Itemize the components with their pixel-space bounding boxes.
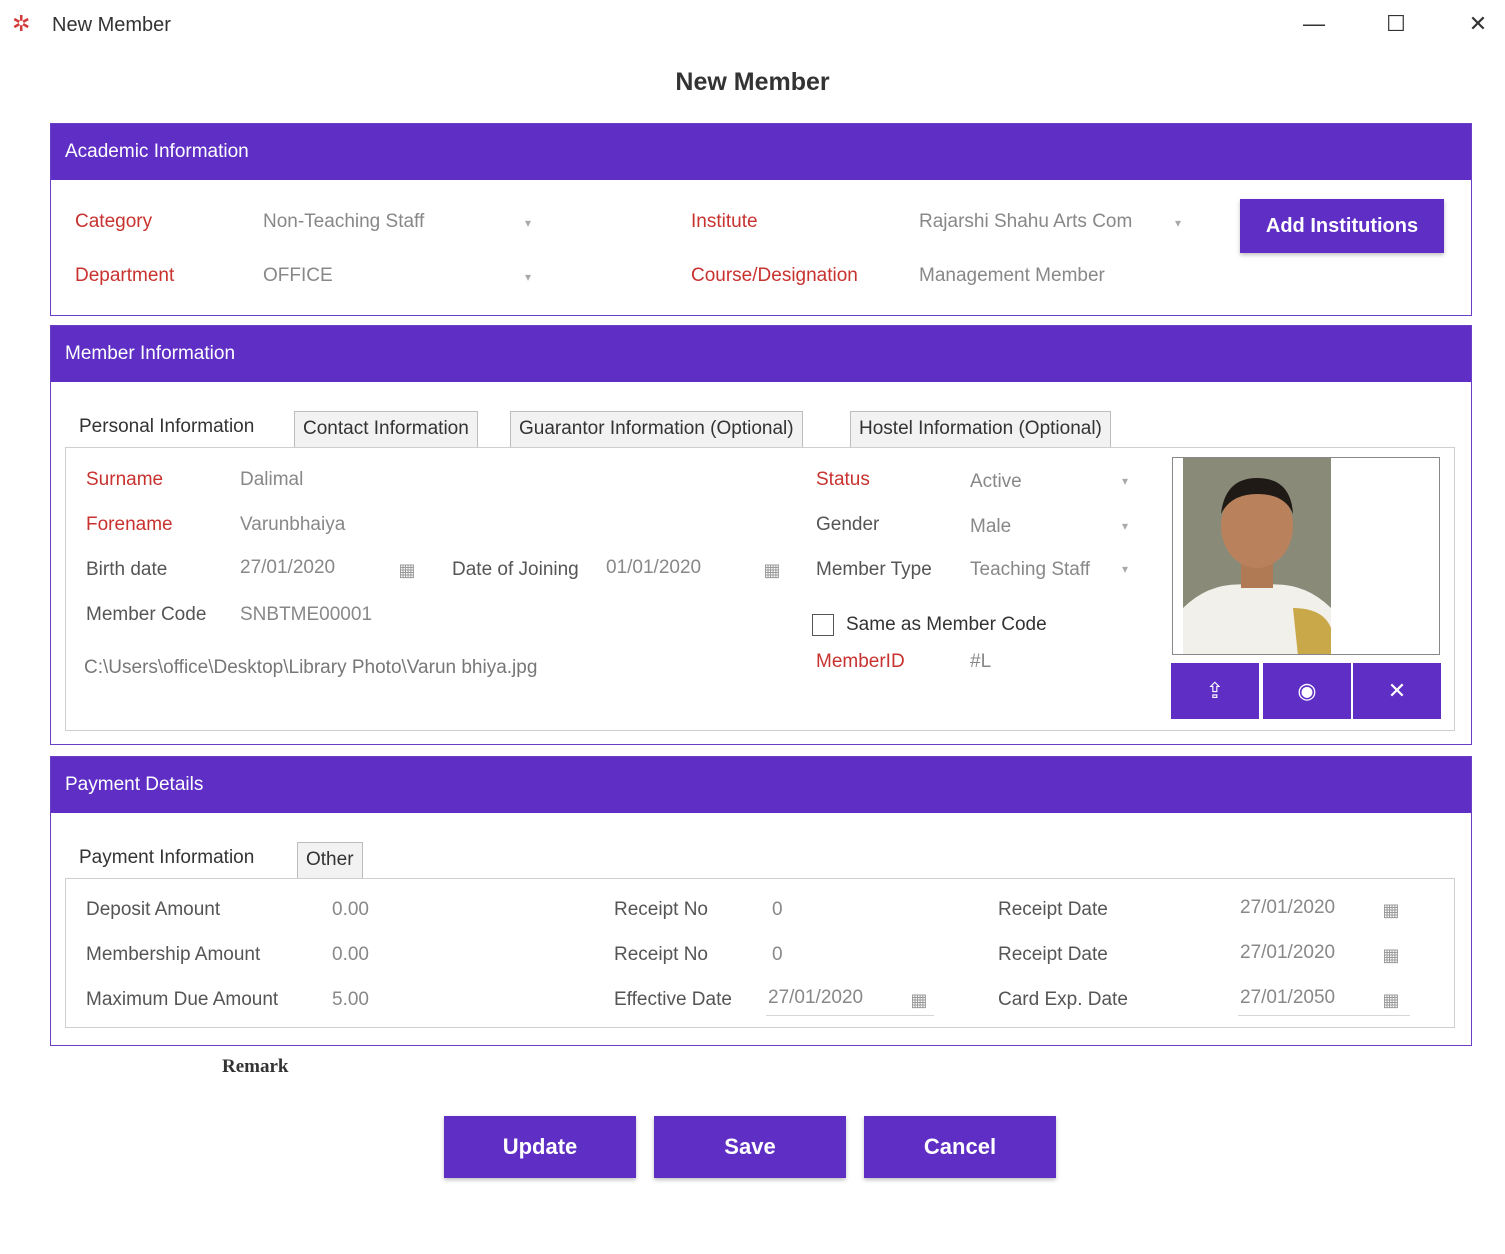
member-panel: Member Information Personal Information … — [50, 325, 1472, 745]
tab-payment-information[interactable]: Payment Information — [71, 841, 263, 877]
receipt-date-input-2[interactable]: 27/01/2020 — [1240, 942, 1335, 964]
maximize-button[interactable]: ☐ — [1374, 6, 1418, 42]
status-label: Status — [816, 469, 870, 490]
card-exp-date-input[interactable]: 27/01/2050 — [1240, 987, 1335, 1009]
photo-buttons: ⇪ ◉ ✕ — [1171, 663, 1441, 719]
photo-path-text: C:\Users\office\Desktop\Library Photo\Va… — [84, 657, 538, 678]
birth-date-input[interactable]: 27/01/2020 — [240, 557, 335, 579]
camera-icon[interactable]: ◉ — [1263, 663, 1351, 719]
gender-select[interactable]: Male — [970, 516, 1011, 538]
card-exp-date-label: Card Exp. Date — [998, 989, 1128, 1010]
surname-input[interactable]: Dalimal — [240, 469, 303, 491]
same-as-member-code-label: Same as Member Code — [846, 614, 1047, 635]
receipt-date-input-1[interactable]: 27/01/2020 — [1240, 897, 1335, 919]
upload-icon[interactable]: ⇪ — [1171, 663, 1259, 719]
payment-info-tabpanel: Deposit Amount 0.00 Membership Amount 0.… — [65, 878, 1455, 1028]
effective-date-underline — [766, 1015, 934, 1016]
close-button[interactable]: ✕ — [1456, 6, 1500, 42]
category-select[interactable]: Non-Teaching Staff — [263, 211, 424, 233]
same-as-member-code-checkbox[interactable] — [812, 614, 834, 636]
academic-header: Academic Information — [51, 124, 1471, 180]
page-title: New Member — [675, 68, 830, 96]
birth-date-label: Birth date — [86, 559, 168, 580]
member-type-select[interactable]: Teaching Staff — [970, 559, 1090, 581]
tab-hostel-information[interactable]: Hostel Information (Optional) — [850, 411, 1111, 447]
card-exp-date-underline — [1238, 1015, 1410, 1016]
receipt-date-2-calendar-icon[interactable]: ▦ — [1380, 944, 1402, 966]
memberid-label: MemberID — [816, 651, 905, 672]
academic-panel: Academic Information Category Non-Teachi… — [50, 123, 1472, 316]
forename-label: Forename — [86, 514, 173, 535]
birth-date-calendar-icon[interactable]: ▦ — [396, 559, 418, 581]
tab-personal-information[interactable]: Personal Information — [71, 410, 263, 446]
status-select[interactable]: Active — [970, 471, 1022, 493]
date-of-joining-label: Date of Joining — [452, 559, 579, 580]
deposit-amount-label: Deposit Amount — [86, 899, 221, 920]
cancel-button[interactable]: Cancel — [864, 1116, 1056, 1178]
course-select[interactable]: Management Member — [919, 265, 1105, 287]
update-button[interactable]: Update — [444, 1116, 636, 1178]
tab-contact-information[interactable]: Contact Information — [294, 411, 478, 447]
member-photo-image — [1173, 458, 1439, 654]
card-exp-date-calendar-icon[interactable]: ▦ — [1380, 989, 1402, 1011]
add-institutions-button[interactable]: Add Institutions — [1240, 199, 1444, 253]
membership-amount-input[interactable]: 0.00 — [332, 944, 369, 966]
remove-photo-close-icon[interactable]: ✕ — [1353, 663, 1441, 719]
department-select[interactable]: OFFICE — [263, 265, 333, 287]
forename-input[interactable]: Varunbhaiya — [240, 514, 345, 536]
institute-select[interactable]: Rajarshi Shahu Arts Com — [919, 211, 1132, 233]
membership-amount-label: Membership Amount — [86, 944, 261, 965]
date-of-joining-calendar-icon[interactable]: ▦ — [761, 559, 783, 581]
date-of-joining-input[interactable]: 01/01/2020 — [606, 557, 701, 579]
deposit-amount-input[interactable]: 0.00 — [332, 899, 369, 921]
category-chevron-down-icon[interactable]: ▾ — [525, 216, 531, 230]
gender-chevron-down-icon[interactable]: ▾ — [1122, 519, 1128, 533]
course-label: Course/Designation — [691, 265, 858, 286]
tab-other[interactable]: Other — [297, 842, 363, 878]
save-button[interactable]: Save — [654, 1116, 846, 1178]
app-logo-icon: ✲ — [12, 11, 31, 36]
receipt-no-label-1: Receipt No — [614, 899, 708, 920]
effective-date-calendar-icon[interactable]: ▦ — [908, 989, 930, 1011]
surname-label: Surname — [86, 469, 164, 490]
member-type-label: Member Type — [816, 559, 932, 580]
title-bar: ✲ New Member — ☐ ✕ — [0, 0, 1505, 50]
maximum-due-amount-label: Maximum Due Amount — [86, 989, 279, 1010]
institute-label: Institute — [691, 211, 758, 232]
personal-info-tabpanel: Surname Dalimal Forename Varunbhaiya Bir… — [65, 447, 1455, 731]
member-header: Member Information — [51, 326, 1471, 382]
effective-date-label: Effective Date — [614, 989, 732, 1010]
status-chevron-down-icon[interactable]: ▾ — [1122, 474, 1128, 488]
receipt-date-label-1: Receipt Date — [998, 899, 1108, 920]
receipt-no-label-2: Receipt No — [614, 944, 708, 965]
member-photo — [1172, 457, 1440, 655]
receipt-no-input-2[interactable]: 0 — [772, 944, 783, 966]
department-chevron-down-icon[interactable]: ▾ — [525, 270, 531, 284]
remark-label: Remark — [222, 1056, 289, 1077]
department-label: Department — [75, 265, 175, 286]
category-label: Category — [75, 211, 153, 232]
receipt-no-input-1[interactable]: 0 — [772, 899, 783, 921]
payment-header: Payment Details — [51, 757, 1471, 813]
effective-date-input[interactable]: 27/01/2020 — [768, 987, 863, 1009]
member-type-chevron-down-icon[interactable]: ▾ — [1122, 562, 1128, 576]
receipt-date-label-2: Receipt Date — [998, 944, 1108, 965]
window-title: New Member — [52, 14, 171, 36]
maximum-due-amount-input[interactable]: 5.00 — [332, 989, 369, 1011]
receipt-date-1-calendar-icon[interactable]: ▦ — [1380, 899, 1402, 921]
gender-label: Gender — [816, 514, 880, 535]
memberid-input[interactable]: #L — [970, 651, 991, 673]
member-code-input[interactable]: SNBTME00001 — [240, 604, 372, 626]
minimize-button[interactable]: — — [1292, 6, 1336, 42]
tab-guarantor-information[interactable]: Guarantor Information (Optional) — [510, 411, 803, 447]
member-code-label: Member Code — [86, 604, 207, 625]
payment-panel: Payment Details Payment Information Othe… — [50, 756, 1472, 1046]
institute-chevron-down-icon[interactable]: ▾ — [1175, 216, 1181, 230]
